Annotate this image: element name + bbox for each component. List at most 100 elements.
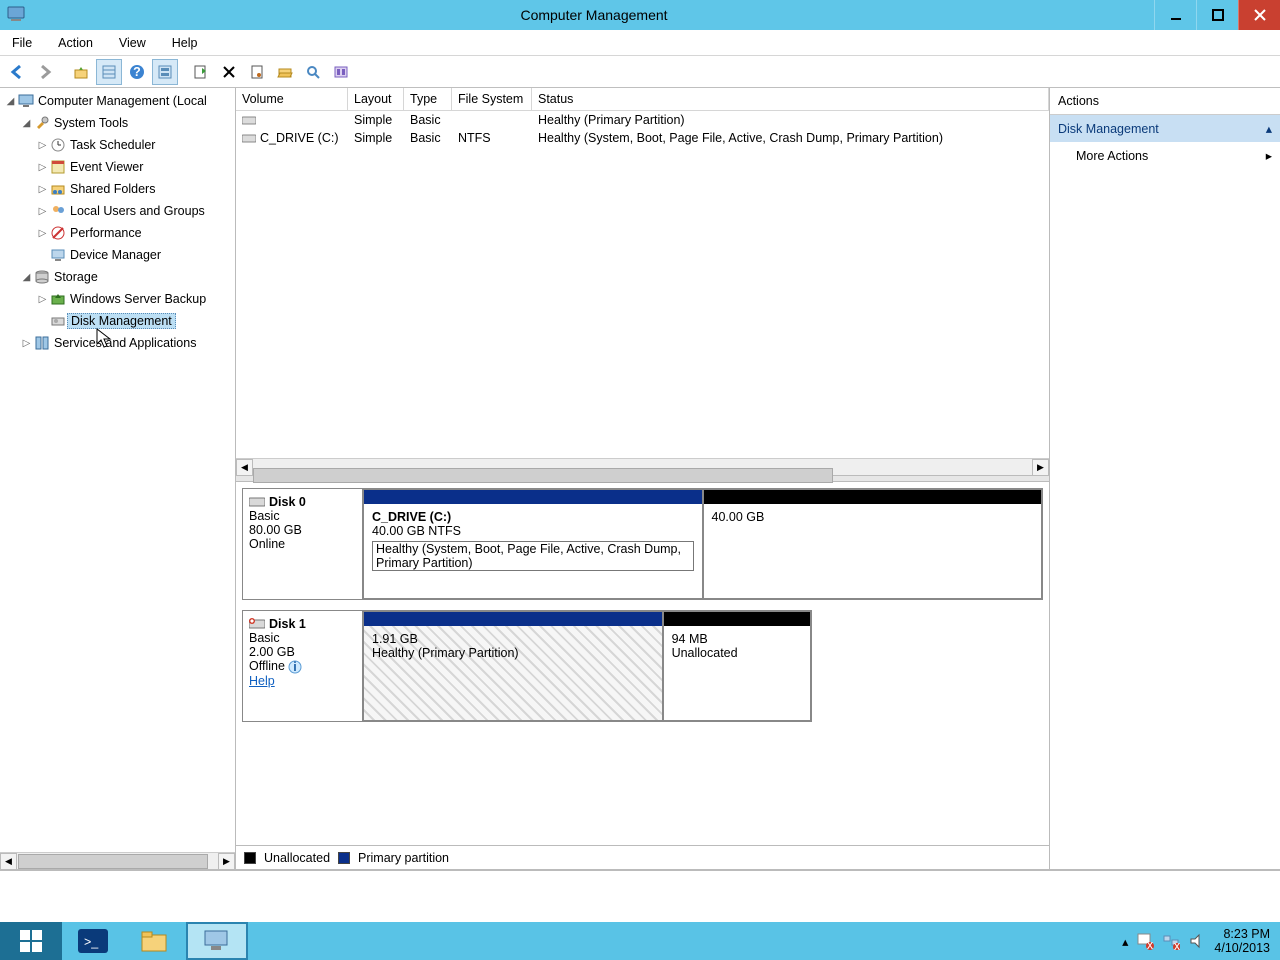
view-list-button[interactable] — [96, 59, 122, 85]
disk-0-partition-1[interactable]: 40.00 GB — [703, 489, 1043, 599]
system-tray[interactable]: ▴ x x 8:23 PM 4/10/2013 — [1112, 922, 1280, 960]
delete-button[interactable] — [216, 59, 242, 85]
disk-size: 2.00 GB — [249, 645, 356, 659]
col-filesystem[interactable]: File System — [452, 88, 532, 110]
open-button[interactable] — [272, 59, 298, 85]
tree-ws-backup[interactable]: ▷Windows Server Backup — [4, 288, 235, 310]
taskbar-computer-management[interactable] — [186, 922, 248, 960]
tree-scrollbar[interactable]: ◀ ▶ — [0, 852, 235, 869]
actions-section[interactable]: Disk Management ▴ — [1050, 115, 1280, 142]
settings-button[interactable] — [328, 59, 354, 85]
volume-layout-cell: Simple — [348, 112, 404, 128]
disk-size: 80.00 GB — [249, 523, 356, 537]
col-type[interactable]: Type — [404, 88, 452, 110]
refresh-button[interactable] — [188, 59, 214, 85]
scroll-left-icon[interactable]: ◀ — [0, 853, 17, 870]
tools-icon — [33, 115, 51, 131]
disk-1-partition-0[interactable]: 1.91 GB Healthy (Primary Partition) — [363, 611, 663, 721]
volume-header[interactable]: Volume Layout Type File System Status — [236, 88, 1049, 111]
svg-text:>_: >_ — [84, 935, 99, 949]
scroll-thumb[interactable] — [253, 468, 833, 483]
info-icon[interactable]: i — [288, 660, 302, 674]
view-graphical-button[interactable] — [152, 59, 178, 85]
actions-more[interactable]: More Actions ▸ — [1050, 142, 1280, 169]
menu-view[interactable]: View — [113, 34, 152, 52]
properties-button[interactable] — [244, 59, 270, 85]
volume-name-cell — [236, 112, 348, 128]
tree-shared-folders[interactable]: ▷Shared Folders — [4, 178, 235, 200]
tray-clock[interactable]: 8:23 PM 4/10/2013 — [1214, 927, 1270, 955]
disk-1[interactable]: Disk 1 Basic 2.00 GB Offline i Help 1.91… — [242, 610, 812, 722]
start-button[interactable] — [0, 922, 62, 960]
scroll-right-icon[interactable]: ▶ — [218, 853, 235, 870]
partition-status: Healthy (System, Boot, Page File, Active… — [372, 541, 694, 571]
col-status[interactable]: Status — [532, 88, 1049, 110]
disk-0-partition-0[interactable]: C_DRIVE (C:) 40.00 GB NTFS Healthy (Syst… — [363, 489, 703, 599]
partition-title: C_DRIVE (C:) — [372, 510, 694, 524]
partition-bar-unallocated — [704, 490, 1042, 504]
disk-kind: Basic — [249, 509, 356, 523]
svg-text:x: x — [1174, 939, 1180, 950]
help-button[interactable]: ? — [124, 59, 150, 85]
taskbar-explorer[interactable] — [124, 922, 186, 960]
svg-text:?: ? — [133, 65, 141, 79]
shared-folders-icon — [49, 181, 67, 197]
minimize-button[interactable] — [1154, 0, 1196, 30]
volume-row[interactable]: Simple Basic Healthy (Primary Partition) — [236, 111, 1049, 129]
maximize-button[interactable] — [1196, 0, 1238, 30]
scroll-thumb[interactable] — [18, 854, 208, 869]
volume-list: Volume Layout Type File System Status Si… — [236, 88, 1049, 475]
disk-0[interactable]: Disk 0 Basic 80.00 GB Online C_DRIVE (C:… — [242, 488, 1043, 600]
chevron-up-icon: ▴ — [1266, 121, 1272, 136]
volume-fs-cell — [452, 112, 532, 128]
tree-performance[interactable]: ▷Performance — [4, 222, 235, 244]
tree-disk-management[interactable]: Disk Management — [4, 310, 235, 332]
performance-icon — [49, 225, 67, 241]
volume-row[interactable]: C_DRIVE (C:) Simple Basic NTFS Healthy (… — [236, 129, 1049, 147]
title-bar: Computer Management — [0, 0, 1280, 30]
search-button[interactable] — [300, 59, 326, 85]
legend-swatch-unallocated — [244, 852, 256, 864]
tree-task-scheduler[interactable]: ▷Task Scheduler — [4, 134, 235, 156]
partition-size: 1.91 GB — [372, 632, 654, 646]
scroll-right-icon[interactable]: ▶ — [1032, 459, 1049, 476]
col-volume[interactable]: Volume — [236, 88, 348, 110]
up-button[interactable] — [68, 59, 94, 85]
toolbar: ? — [0, 56, 1280, 88]
menu-file[interactable]: File — [6, 34, 38, 52]
disk-0-info: Disk 0 Basic 80.00 GB Online — [243, 489, 363, 599]
drive-icon — [242, 132, 256, 144]
tree-storage[interactable]: ◢Storage — [4, 266, 235, 288]
col-layout[interactable]: Layout — [348, 88, 404, 110]
event-icon — [49, 159, 67, 175]
menu-help[interactable]: Help — [166, 34, 204, 52]
tree-device-manager[interactable]: Device Manager — [4, 244, 235, 266]
legend: Unallocated Primary partition — [236, 845, 1049, 869]
volume-name-cell: C_DRIVE (C:) — [236, 130, 348, 146]
tree-services-apps[interactable]: ▷Services and Applications — [4, 332, 235, 354]
legend-label-unallocated: Unallocated — [264, 851, 330, 865]
computer-icon — [17, 93, 35, 109]
drive-icon — [242, 114, 256, 126]
partition-bar-unallocated — [664, 612, 810, 626]
tree-system-tools[interactable]: ◢System Tools — [4, 112, 235, 134]
chevron-right-icon: ▸ — [1266, 148, 1272, 163]
tree-local-users[interactable]: ▷Local Users and Groups — [4, 200, 235, 222]
scroll-left-icon[interactable]: ◀ — [236, 459, 253, 476]
tree-event-viewer[interactable]: ▷Event Viewer — [4, 156, 235, 178]
tray-network-icon[interactable]: x — [1162, 932, 1180, 950]
help-link[interactable]: Help — [249, 674, 356, 688]
tray-flag-icon[interactable]: x — [1136, 932, 1154, 950]
volume-scrollbar[interactable]: ◀ ▶ — [236, 458, 1049, 475]
tray-chevron-icon[interactable]: ▴ — [1122, 934, 1128, 949]
forward-button[interactable] — [32, 59, 58, 85]
menu-action[interactable]: Action — [52, 34, 99, 52]
volume-status-cell: Healthy (System, Boot, Page File, Active… — [532, 130, 1049, 146]
tree-root[interactable]: ◢Computer Management (Local — [4, 90, 235, 112]
disk-1-partition-1[interactable]: 94 MB Unallocated — [663, 611, 811, 721]
back-button[interactable] — [4, 59, 30, 85]
tray-volume-icon[interactable] — [1188, 932, 1206, 950]
close-button[interactable] — [1238, 0, 1280, 30]
taskbar-powershell[interactable]: >_ — [62, 922, 124, 960]
partition-bar-primary — [364, 490, 702, 504]
